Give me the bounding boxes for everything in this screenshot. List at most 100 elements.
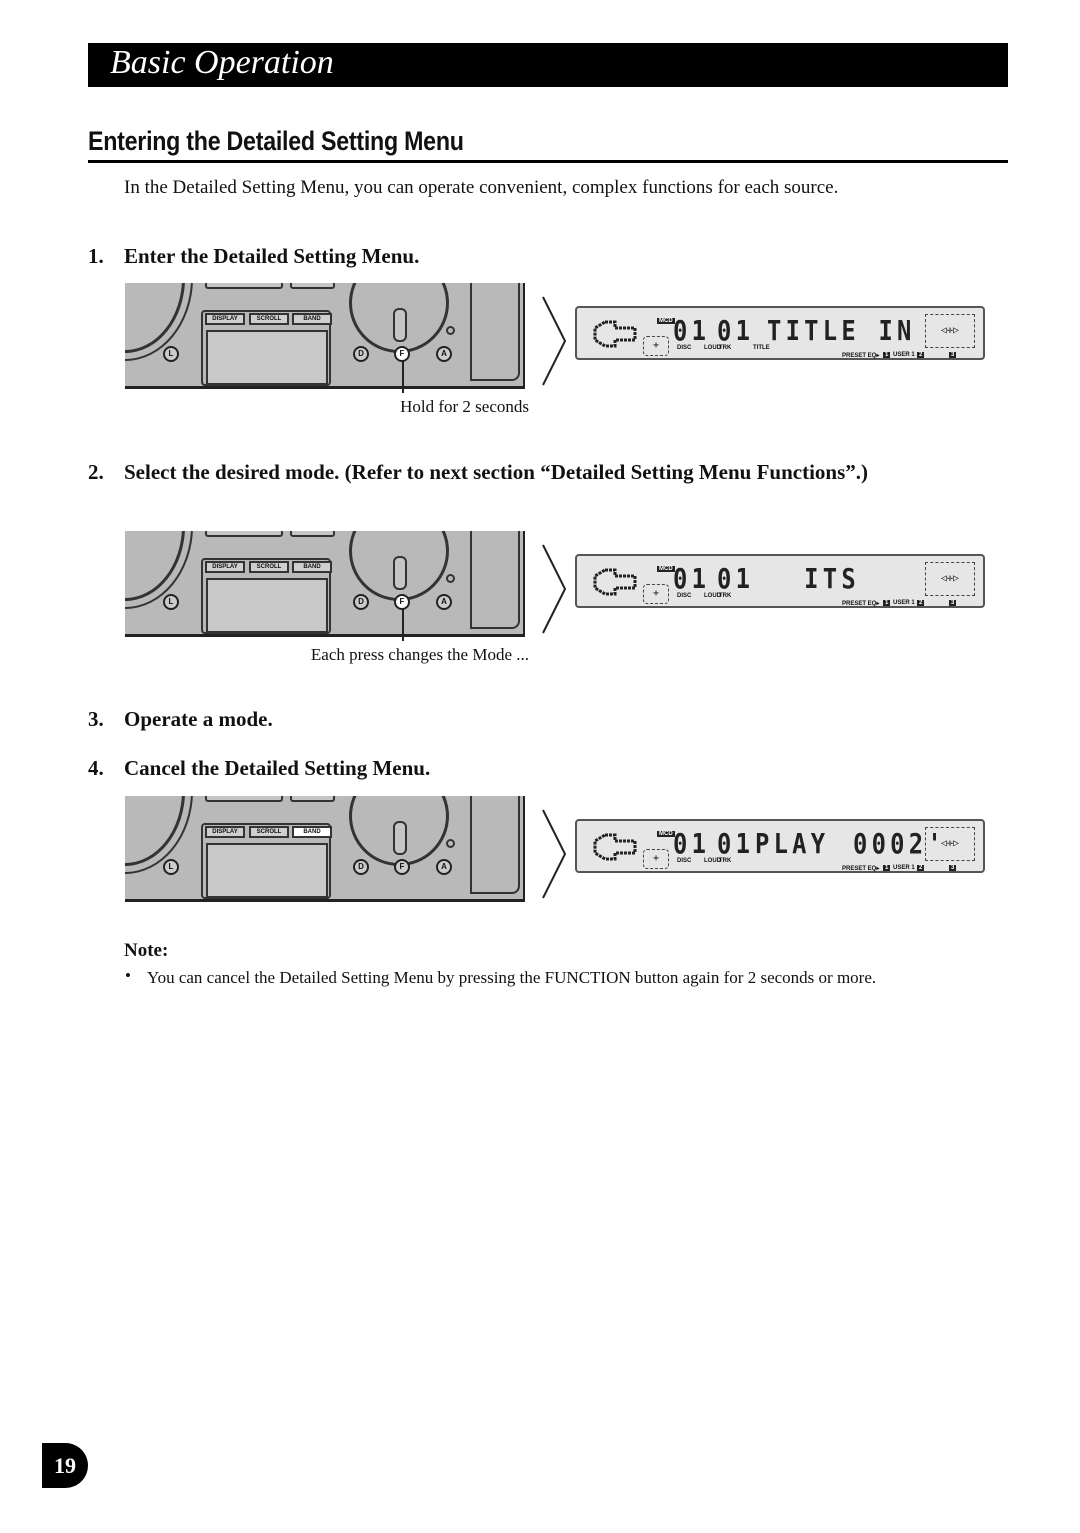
step-number: 4.	[88, 756, 104, 780]
track-number: 01	[717, 314, 755, 347]
step-text: Enter the Detailed Setting Menu.	[124, 244, 420, 268]
plus-icon: +	[643, 584, 669, 604]
l-button[interactable]: L	[163, 594, 179, 610]
lcd-display: MCD + 01 01 PLAY 0002' DISC LOUD TRK PRESE…	[575, 819, 985, 873]
a-button[interactable]: A	[436, 594, 452, 610]
top-button	[205, 531, 283, 537]
band-button[interactable]: BAND	[292, 561, 332, 573]
function-button[interactable]: F	[394, 594, 410, 610]
d-button[interactable]: D	[353, 859, 369, 875]
source-icon	[593, 833, 637, 861]
volume-knob	[125, 796, 185, 866]
function-button[interactable]: F	[394, 859, 410, 875]
user-1-label: USER 1	[893, 352, 915, 358]
display-button[interactable]: DISPLAY	[205, 826, 245, 838]
disc-slot	[206, 578, 328, 633]
lcd-display: MCD + 01 01 TITLE IN DISC LOUD TRK TITLE PR…	[575, 306, 985, 360]
step-text: Cancel the Detailed Setting Menu.	[124, 756, 431, 780]
head-unit-panel: DISPLAY SCROLL BAND L D F A	[125, 531, 525, 637]
lcd-main-text: PLAY	[755, 827, 830, 860]
lcd-label-disc: DISC	[677, 593, 692, 599]
arrow-right-icon	[542, 544, 567, 634]
intro-paragraph: In the Detailed Setting Menu, you can op…	[124, 177, 839, 198]
top-button	[290, 283, 335, 289]
disc-number: 01	[673, 562, 711, 595]
joystick-stem[interactable]	[393, 821, 407, 855]
section-title: Entering the Detailed Setting Menu	[88, 126, 464, 156]
chapter-title: Basic Operation	[110, 44, 334, 81]
lcd-main-text: ITS	[767, 562, 860, 595]
lcd-label-disc: DISC	[677, 858, 692, 864]
indicator-light	[446, 574, 455, 583]
scroll-button[interactable]: SCROLL	[249, 826, 289, 838]
top-button	[205, 796, 283, 802]
direction-pad-icon: ◁✛▷	[925, 562, 975, 596]
eq-2-indicator: 2	[917, 865, 925, 871]
band-button[interactable]: BAND	[292, 826, 332, 838]
note-text: You can cancel the Detailed Setting Menu…	[147, 968, 877, 987]
eq-3-indicator: 3	[949, 352, 957, 358]
side-panel	[470, 531, 520, 629]
eq-3-indicator: 3	[949, 600, 957, 606]
page-number: 19	[42, 1443, 88, 1488]
eq-2-indicator: 2	[917, 600, 925, 606]
direction-pad-icon: ◁✛▷	[925, 827, 975, 861]
direction-pad-icon: ◁✛▷	[925, 314, 975, 348]
source-icon	[593, 568, 637, 596]
joystick-stem[interactable]	[393, 556, 407, 590]
d-button[interactable]: D	[353, 346, 369, 362]
step-text: Operate a mode.	[124, 707, 273, 731]
head-unit-panel: DISPLAY SCROLL BAND L D F A	[125, 796, 525, 902]
note-title: Note:	[124, 940, 169, 961]
scroll-button[interactable]: SCROLL	[249, 313, 289, 325]
joystick[interactable]	[349, 531, 449, 601]
user-1-label: USER 1	[893, 865, 915, 871]
lcd-label-title: TITLE	[753, 345, 770, 351]
bullet: •	[125, 966, 131, 985]
indicator-light	[446, 326, 455, 335]
step-3: 3. Operate a mode.	[88, 704, 273, 735]
disc-slot	[206, 843, 328, 898]
chapter-header-bar: Basic Operation	[88, 43, 1008, 87]
lcd-label-disc: DISC	[677, 345, 692, 351]
a-button[interactable]: A	[436, 346, 452, 362]
l-button[interactable]: L	[163, 859, 179, 875]
scroll-button[interactable]: SCROLL	[249, 561, 289, 573]
eq-2-indicator: 2	[917, 352, 925, 358]
indicator-light	[446, 839, 455, 848]
preset-eq-label: PRESET EQ▸	[842, 866, 880, 872]
lcd-main-text: TITLE IN	[767, 314, 916, 347]
top-button	[290, 531, 335, 537]
step-number: 1.	[88, 244, 104, 268]
track-number: 01	[717, 562, 755, 595]
disc-number: 01	[673, 314, 711, 347]
function-button[interactable]: F	[394, 346, 410, 362]
side-panel	[470, 283, 520, 381]
side-panel	[470, 796, 520, 894]
figure-caption: Hold for 2 seconds	[400, 397, 529, 416]
step-1: 1. Enter the Detailed Setting Menu.	[88, 241, 419, 272]
arrow-right-icon	[542, 296, 567, 386]
step-number: 3.	[88, 707, 104, 731]
plus-icon: +	[643, 849, 669, 869]
preset-eq-label: PRESET EQ▸	[842, 601, 880, 607]
callout-line	[402, 609, 404, 641]
display-button[interactable]: DISPLAY	[205, 313, 245, 325]
d-button[interactable]: D	[353, 594, 369, 610]
eq-3-indicator: 3	[949, 865, 957, 871]
band-button[interactable]: BAND	[292, 313, 332, 325]
lcd-display: MCD + 01 01 ITS DISC LOUD TRK PRESET EQ▸ 1…	[575, 554, 985, 608]
step-4: 4. Cancel the Detailed Setting Menu.	[88, 753, 430, 784]
joystick-stem[interactable]	[393, 308, 407, 342]
lcd-label-trk: TRK	[719, 345, 732, 351]
lcd-label-trk: TRK	[719, 593, 732, 599]
source-icon	[593, 320, 637, 348]
a-button[interactable]: A	[436, 859, 452, 875]
display-button[interactable]: DISPLAY	[205, 561, 245, 573]
step-2: 2. Select the desired mode. (Refer to nex…	[88, 457, 948, 488]
joystick[interactable]	[349, 796, 449, 866]
l-button[interactable]: L	[163, 346, 179, 362]
lcd-label-trk: TRK	[719, 858, 732, 864]
volume-knob	[125, 283, 185, 353]
joystick[interactable]	[349, 283, 449, 353]
